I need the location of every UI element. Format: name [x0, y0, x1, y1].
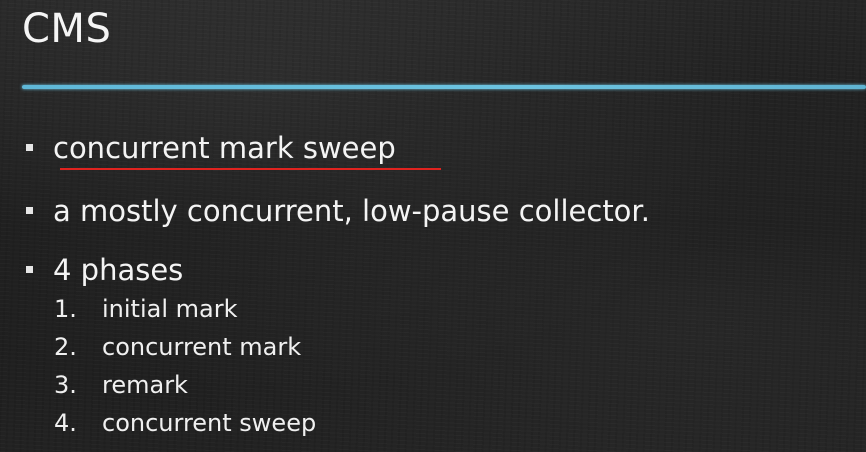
square-bullet-icon: [26, 266, 33, 273]
square-bullet-icon: [26, 207, 33, 214]
phase-number: 3.: [54, 371, 77, 399]
phase-label: concurrent sweep: [102, 409, 317, 437]
phase-number: 1.: [54, 295, 77, 323]
red-underline: [60, 168, 441, 170]
phase-label: initial mark: [102, 295, 238, 323]
title-divider: [22, 85, 866, 89]
phase-item-concurrent-mark: 2. concurrent mark: [54, 328, 316, 366]
phase-list: 1. initial mark 2. concurrent mark 3. re…: [54, 290, 316, 442]
bullet-text: concurrent mark sweep: [53, 131, 396, 165]
bullet-item-concurrent-mark-sweep: concurrent mark sweep: [26, 130, 396, 166]
bullet-text: 4 phases: [53, 253, 184, 287]
phase-label: concurrent mark: [102, 333, 302, 361]
phase-item-concurrent-sweep: 4. concurrent sweep: [54, 404, 316, 442]
phase-number: 4.: [54, 409, 77, 437]
bullet-item-low-pause-collector: a mostly concurrent, low-pause collector…: [26, 193, 650, 229]
bullet-text: a mostly concurrent, low-pause collector…: [53, 194, 650, 228]
bullet-item-4-phases: 4 phases: [26, 252, 183, 288]
slide-title: CMS: [22, 6, 112, 52]
phase-item-remark: 3. remark: [54, 366, 316, 404]
phase-item-initial-mark: 1. initial mark: [54, 290, 316, 328]
phase-number: 2.: [54, 333, 77, 361]
phase-label: remark: [102, 371, 188, 399]
square-bullet-icon: [26, 144, 33, 151]
